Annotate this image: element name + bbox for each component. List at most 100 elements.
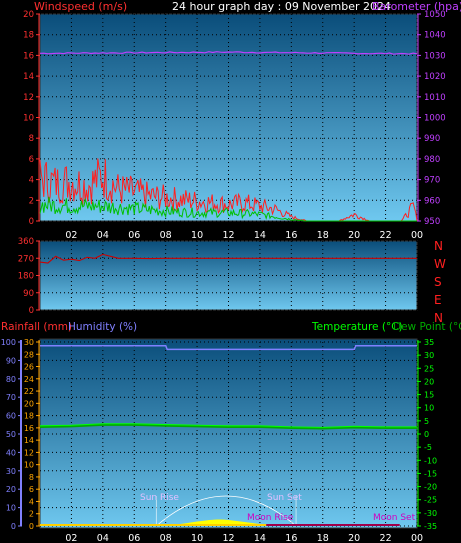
moon-rise-label: Moon Rise (247, 513, 294, 523)
graph-title: 24 hour graph day : 09 November 2024 (172, 0, 391, 13)
temp-x-tick: 14 (254, 533, 266, 543)
direction-axes: 0 90 180 270 360 (18, 237, 40, 316)
humidity-y-tick: 40 (6, 448, 16, 457)
temp-x-tick: 20 (348, 533, 360, 543)
wind-x-tick: 02 (65, 230, 77, 241)
windspeed-axis-title: Windspeed (m/s) (34, 0, 127, 13)
wind-x-tick: 10 (191, 230, 203, 241)
dir-y-tick: 0 (29, 306, 34, 316)
humidity-y-tick: 50 (6, 430, 16, 439)
baro-y-tick: 960 (424, 196, 440, 206)
rain-y-tick: 16 (24, 424, 34, 433)
rain-y-tick: 6 (29, 485, 34, 494)
barometer-axis-title: Barometer (hpa) (372, 0, 461, 13)
baro-y-tick: 1020 (424, 72, 446, 82)
baro-y-tick: 990 (424, 134, 440, 144)
wind-x-tick: 08 (160, 230, 172, 241)
moon-bar (266, 524, 400, 526)
baro-y-tick: 1040 (424, 31, 446, 41)
compass-w: W (434, 257, 446, 271)
wind-y-tick: 10 (23, 114, 34, 124)
temp-x-tick: 10 (191, 533, 203, 543)
wind-x-tick: 20 (348, 230, 360, 241)
baro-y-tick: 980 (424, 155, 440, 165)
temp-y-tick: -15 (424, 469, 437, 478)
rain-y-tick: 30 (24, 338, 34, 347)
moon-set-label: Moon Set (373, 513, 416, 523)
rain-y-tick: 28 (24, 350, 34, 359)
dir-y-tick: 360 (18, 237, 34, 247)
baro-y-tick: 1030 (424, 51, 446, 61)
temp-x-tick: 02 (65, 533, 77, 543)
humidity-y-tick: 80 (6, 375, 16, 384)
temp-y-tick: 20 (424, 377, 434, 386)
temp-y-tick: -35 (424, 522, 437, 531)
temp-y-tick: -5 (424, 443, 432, 452)
wind-x-tick: 00 (411, 230, 423, 241)
wind-y-tick: 8 (29, 134, 34, 144)
wind-x-tick: 18 (317, 230, 329, 241)
humidity-y-tick: 60 (6, 412, 16, 421)
compass-n-top: N (434, 239, 443, 253)
temp-x-tick: 04 (97, 533, 109, 543)
sun-set-label: Sun Set (267, 493, 302, 503)
temp-x-tick: 12 (222, 533, 234, 543)
temp-y-tick: 0 (424, 430, 429, 439)
rain-y-tick: 26 (24, 363, 34, 372)
humidity-axis-title: Humidity (%) (68, 321, 137, 333)
dir-y-tick: 270 (18, 254, 34, 264)
temp-x-tick: 06 (128, 533, 140, 543)
rain-y-tick: 0 (29, 522, 34, 531)
rain-y-tick: 8 (29, 473, 34, 482)
temp-x-tick: 16 (285, 533, 297, 543)
humidity-y-tick: 0 (11, 522, 16, 531)
wind-y-tick: 12 (23, 93, 34, 103)
wind-x-tick: 22 (380, 230, 392, 241)
dir-y-tick: 180 (18, 272, 34, 282)
temp-y-tick: 10 (424, 404, 434, 413)
rain-y-tick: 10 (24, 461, 34, 470)
humidity-y-tick: 20 (6, 485, 16, 494)
rainfall-axis-title: Rainfall (mm) (1, 321, 72, 333)
rain-y-tick: 20 (24, 399, 34, 408)
rain-y-tick: 12 (24, 448, 34, 457)
compass-e: E (434, 293, 442, 307)
wind-y-tick: 6 (29, 155, 34, 165)
humidity-y-tick: 100 (1, 338, 16, 347)
wind-y-tick: 14 (23, 72, 34, 82)
daylight-bar (40, 524, 297, 526)
wind-y-tick: 20 (23, 10, 34, 20)
temp-y-tick: 5 (424, 417, 429, 426)
temp-y-tick: -20 (424, 483, 437, 492)
wind-y-tick: 16 (23, 51, 34, 61)
baro-y-tick: 1050 (424, 10, 446, 20)
compass-labels: N W S E N (434, 239, 446, 325)
baro-y-tick: 970 (424, 176, 440, 186)
temp-x-tick: 08 (160, 533, 172, 543)
wind-x-tick: 16 (285, 230, 297, 241)
humidity-y-tick: 30 (6, 467, 16, 476)
temp-y-tick: -30 (424, 509, 437, 518)
temp-y-tick: -10 (424, 456, 437, 465)
wind-y-tick: 4 (29, 176, 34, 186)
dewpoint-axis-title: Dew Point (°C) (393, 321, 461, 333)
humidity-y-tick: 70 (6, 393, 16, 402)
rain-y-tick: 14 (24, 436, 34, 445)
humidity-y-tick: 10 (6, 504, 16, 513)
temp-x-tick: 22 (380, 533, 392, 543)
wind-y-tick: 0 (29, 217, 34, 227)
baro-y-tick: 1000 (424, 114, 446, 124)
baro-y-tick: 1010 (424, 93, 446, 103)
wind-x-tick: 12 (222, 230, 234, 241)
wind-x-tick: 06 (128, 230, 140, 241)
sun-rise-label: Sun Rise (140, 493, 179, 503)
dir-y-tick: 90 (23, 289, 34, 299)
temp-y-tick: 35 (424, 338, 434, 347)
baro-y-tick: 950 (424, 217, 440, 227)
wind-x-tick: 14 (254, 230, 266, 241)
temp-y-tick: 25 (424, 364, 434, 373)
wind-x-tick: 04 (97, 230, 109, 241)
temp-x-tick: 00 (411, 533, 423, 543)
temp-y-tick: 15 (424, 391, 434, 400)
rain-y-tick: 24 (24, 375, 34, 384)
